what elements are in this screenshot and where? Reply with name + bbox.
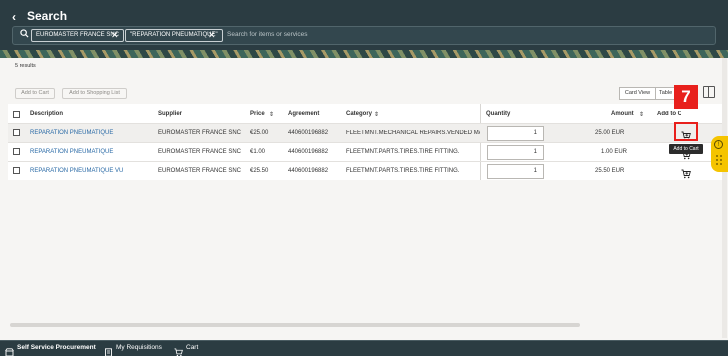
supplier-cell: EUROMASTER FRANCE SNC [158,130,242,136]
table-row[interactable]: REPARATION PNEUMATIQUE VU EUROMASTER FRA… [8,161,723,180]
amount-cell: 25.50 EUR [595,168,625,174]
help-side-tab[interactable]: ! [711,136,728,172]
main-content: 5 results Add to Cart Add to Shopping Li… [0,58,728,340]
table-row[interactable]: REPARATION PNEUMATIQUE EUROMASTER FRANCE… [8,142,723,161]
column-header-agreement[interactable]: Agreement [288,111,319,117]
remove-chip-keyword-icon[interactable]: ✕ [208,29,216,42]
grip-icon [716,155,722,165]
row-checkbox[interactable] [13,129,20,136]
results-table: Description Supplier Price ⇕ Agreement C… [8,104,723,180]
add-to-cart-icon[interactable] [681,166,691,179]
search-bar[interactable]: EUROMASTER FRANCE SNC ✕ "REPARATION PNEU… [12,26,716,45]
table-view-button[interactable]: Table [655,87,675,100]
vertical-scrollbar[interactable] [722,58,727,338]
column-header-add-to-cart: Add to Cart [657,111,681,117]
quantity-input[interactable]: 1 [487,126,544,141]
my-requisitions-link[interactable]: My Requisitions [116,344,162,351]
decorative-banner [0,50,728,58]
category-cell: FLEETMNT.PARTS.TIRES.TIRE FITTING. [346,168,460,174]
supplier-cell: EUROMASTER FRANCE SNC [158,168,242,174]
footer-nav: Self Service Procurement My Requisitions… [0,340,728,356]
results-count: 5 results [15,63,36,69]
step-callout-highlight [674,122,698,141]
category-cell: FLEETMNT.MECHANICAL REPAIRS.VENDED MA [346,130,480,136]
item-description-link[interactable]: REPARATION PNEUMATIQUE [30,149,113,155]
cart-link[interactable]: Cart [186,344,198,351]
price-cell: €25.00 [250,130,269,136]
agreement-cell: 440600196882 [288,130,329,136]
search-icon [20,29,29,41]
search-input[interactable]: Search for items or services [227,31,308,38]
amount-cell: 25.00 EUR [595,130,625,136]
row-checkbox[interactable] [13,148,20,155]
step-callout-badge: 7 [674,85,698,109]
row-checkbox[interactable] [13,167,20,174]
guide-icon: ! [714,140,723,149]
sort-icon[interactable]: ⇕ [269,111,274,118]
price-cell: €25.50 [250,168,269,174]
item-description-link[interactable]: REPARATION PNEUMATIQUE [30,130,113,136]
horizontal-scrollbar[interactable] [10,323,580,327]
back-chevron-icon[interactable]: ‹ [12,10,16,24]
agreement-cell: 440600196882 [288,168,329,174]
amount-cell: 1.00 EUR [601,149,628,155]
cart-icon [174,344,183,356]
add-to-cart-button[interactable]: Add to Cart [15,88,55,99]
add-to-cart-tooltip: Add to Cart [669,144,703,154]
add-to-shopping-list-button[interactable]: Add to Shopping List [62,88,127,99]
sort-icon[interactable]: ⇕ [639,111,644,118]
agreement-cell: 440600196882 [288,149,329,155]
column-header-supplier[interactable]: Supplier [158,111,182,117]
requisitions-icon [104,344,113,356]
sort-icon[interactable]: ⇕ [374,111,379,118]
card-view-button[interactable]: Card View [619,87,656,100]
supplier-cell: EUROMASTER FRANCE SNC [158,149,242,155]
price-cell: €1.00 [250,149,266,155]
column-header-description[interactable]: Description [30,111,63,117]
item-description-link[interactable]: REPARATION PNEUMATIQUE VU [30,168,123,174]
quantity-input[interactable]: 1 [487,164,544,179]
column-header-amount[interactable]: Amount [611,111,634,117]
select-all-checkbox[interactable] [13,111,20,118]
remove-chip-supplier-icon[interactable]: ✕ [111,29,119,42]
column-header-category[interactable]: Category [346,111,372,117]
column-header-quantity: Quantity [486,111,511,117]
store-icon [5,344,14,356]
header-bar: ‹ Search EUROMASTER FRANCE SNC ✕ "REPARA… [0,0,728,58]
page-title: Search [27,9,68,23]
quantity-input[interactable]: 1 [487,145,544,160]
table-row[interactable]: REPARATION PNEUMATIQUE EUROMASTER FRANCE… [8,123,723,142]
column-header-price[interactable]: Price [250,111,265,117]
category-cell: FLEETMNT.PARTS.TIRES.TIRE FITTING. [346,149,460,155]
self-service-procurement-link[interactable]: Self Service Procurement [17,344,96,351]
column-panel-icon[interactable] [703,86,715,98]
